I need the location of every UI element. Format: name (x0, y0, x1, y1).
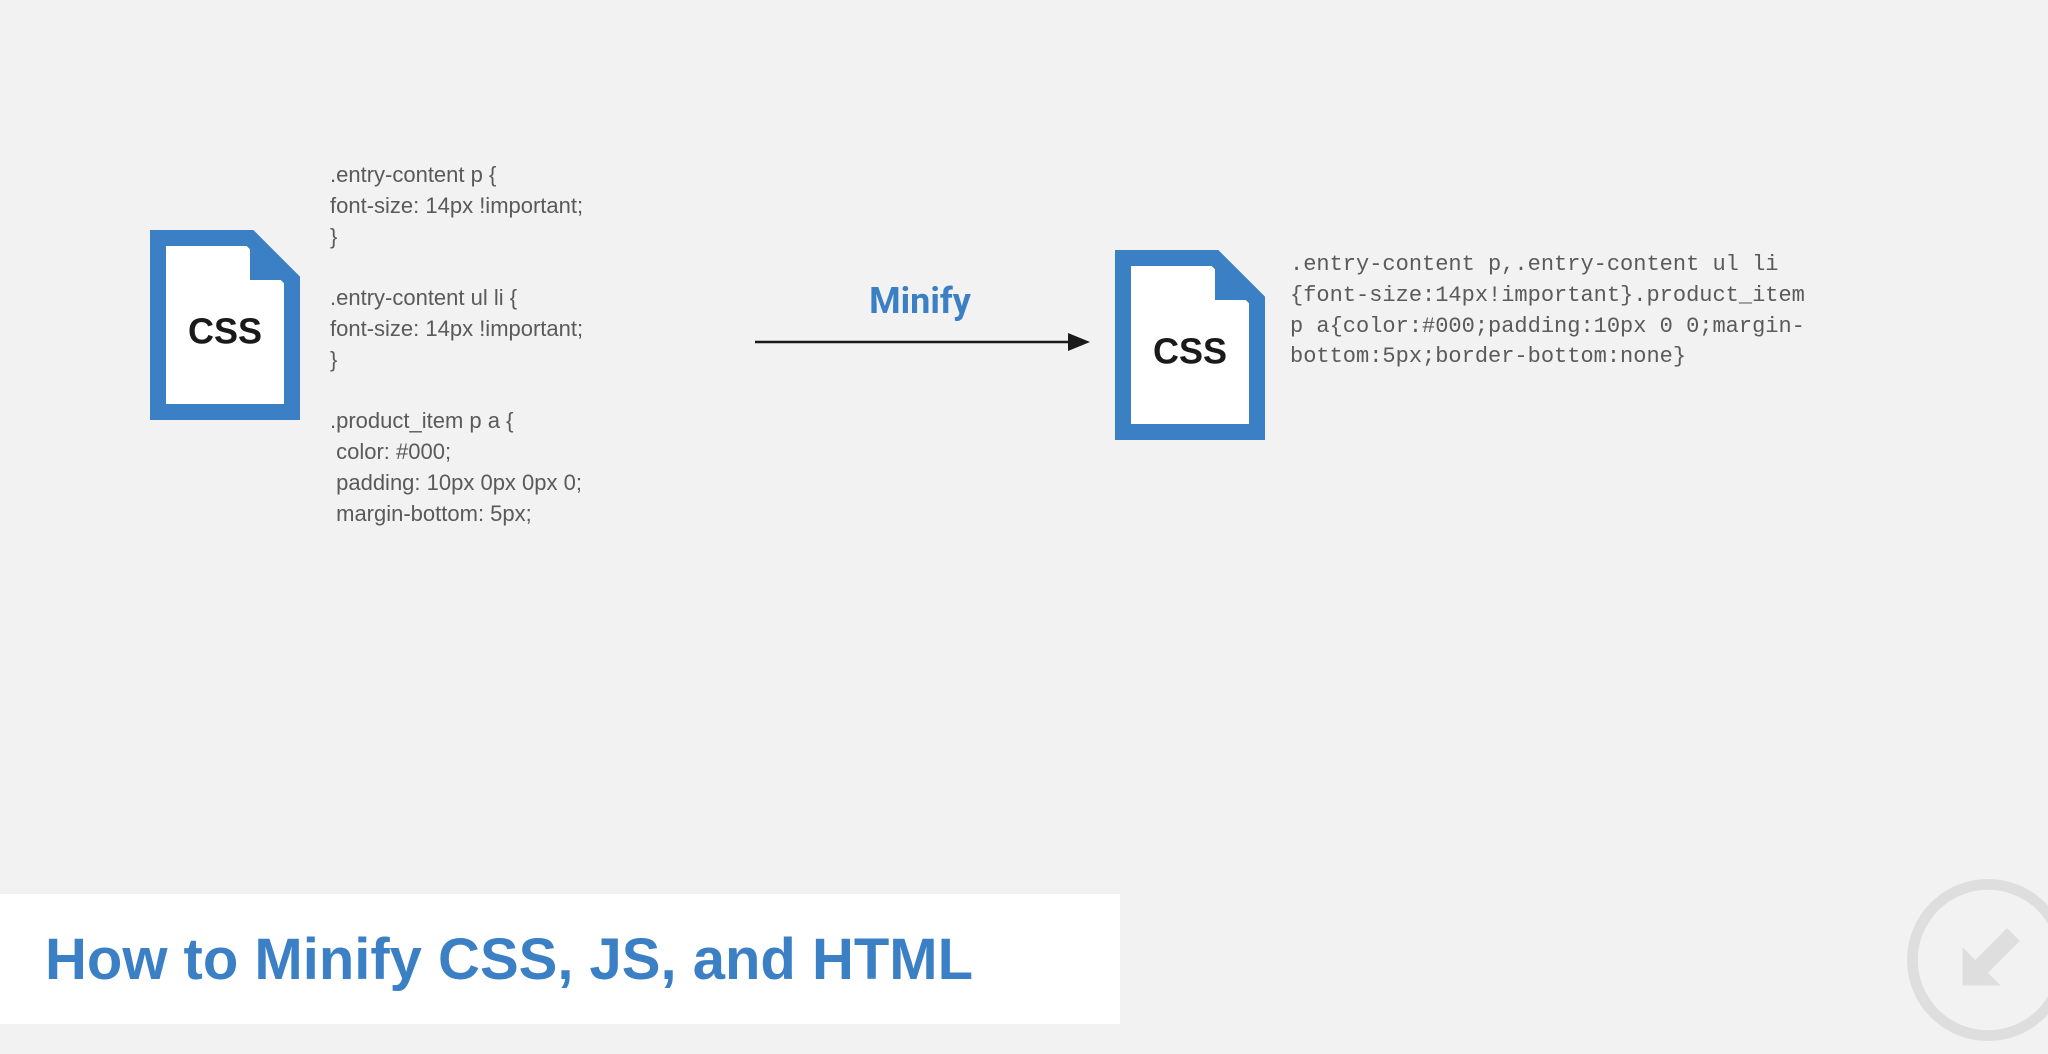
title-bar: How to Minify CSS, JS, and HTML (0, 894, 1120, 1024)
minify-diagram: CSS .entry-content p { font-size: 14px !… (150, 160, 1948, 530)
css-code-before: .entry-content p { font-size: 14px !impo… (330, 160, 583, 530)
page-title: How to Minify CSS, JS, and HTML (45, 926, 973, 993)
watermark-icon (1898, 870, 2048, 1054)
css-file-icon-after: CSS (1115, 250, 1265, 440)
css-code-after: .entry-content p,.entry-content ul li {f… (1290, 250, 1770, 373)
arrow-icon (750, 327, 1090, 357)
css-file-icon-before: CSS (150, 230, 300, 420)
minify-label: Minify (750, 280, 1090, 322)
arrow-section: Minify (750, 280, 1090, 361)
file-label-after: CSS (1153, 330, 1227, 372)
after-section: CSS .entry-content p,.entry-content ul l… (1115, 250, 1770, 440)
before-section: CSS .entry-content p { font-size: 14px !… (150, 160, 583, 530)
file-label-before: CSS (188, 310, 262, 352)
